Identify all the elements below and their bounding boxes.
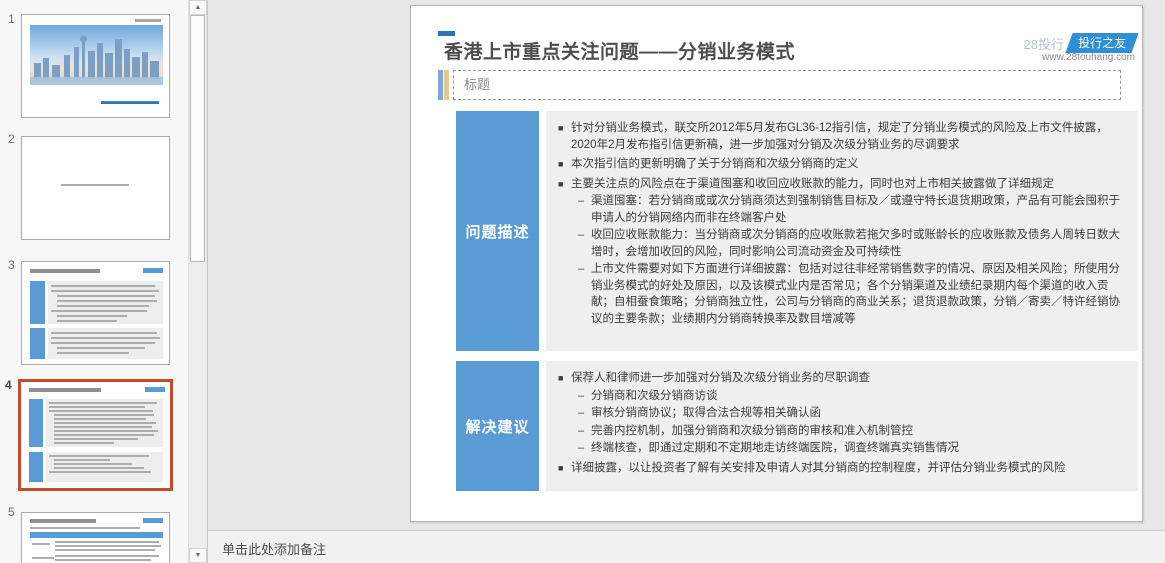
section-label[interactable]: 解决建议 [456,361,539,491]
dash-marker-icon: – [578,407,585,419]
section-solution-suggestions: 解决建议 ■ 保荐人和律师进一步加强对分销及次级分销业务的尽职调查 – 分销商和次级分… [456,361,1138,491]
slide-number-5: 5 [8,505,15,519]
slide-title[interactable]: 香港上市重点关注问题——分销业务模式 [444,37,795,64]
placeholder-accent-tan [444,70,449,100]
sub-bullet-item: – 完善内控机制，加强分销商和次级分销商的审核和准入机制管控 [578,423,1126,440]
placeholder-text: 标题 [464,77,491,92]
notes-pane[interactable]: 单击此处添加备注 [208,530,1165,563]
sub-bullet-item: – 收回应收账款能力：当分销商或次分销商的应收账款若拖欠多时或账龄长的应收账款及债… [578,227,1126,260]
title-placeholder[interactable]: 标题 [453,70,1121,100]
brand-badge: 投行之友 [1065,33,1139,53]
section-content[interactable]: ■ 针对分销业务模式，联交所2012年5月发布GL36-12指引信，规定了分销业务… [546,111,1138,351]
mini-logo-bar [135,19,161,22]
dash-marker-icon: – [578,195,585,207]
brand-url: www.28touhang.com [1042,52,1135,63]
slide-thumbnail-3[interactable] [21,261,170,365]
brand-name: 28投行 [1023,36,1064,52]
dash-marker-icon: – [578,442,585,454]
scroll-up-button[interactable]: ▲ [189,0,207,15]
bullet-item: ■ 主要关注点的风险点在于渠道囤塞和收回应收账款的能力，同时也对上市相关披露做了详… [558,176,1126,193]
dash-marker-icon: – [578,263,585,275]
section-label[interactable]: 问题描述 [456,111,539,351]
section-content[interactable]: ■ 保荐人和律师进一步加强对分销及次级分销业务的尽职调查 – 分销商和次级分销商访谈 –… [546,361,1138,491]
placeholder-accent-blue [438,70,443,100]
slide-thumbnail-4-selected[interactable] [18,379,173,491]
scroll-down-icon: ▼ [194,552,202,559]
scroll-up-icon: ▲ [194,4,202,11]
slide-thumbnail-1[interactable] [21,14,170,118]
sub-bullet-item: – 上市文件需要对如下方面进行详细披露：包括对过往非经常销售数字的情况、原因及相关… [578,261,1126,327]
slide-canvas: 香港上市重点关注问题——分销业务模式 28投行 投行之友 www.28touha… [208,0,1165,530]
bullet-item: ■ 详细披露，以让投资者了解有关安排及申请人对其分销商的控制程度，并评估分销业务模… [558,460,1126,477]
scrollbar-thumb[interactable] [190,15,205,262]
slide-thumbnail-5[interactable] [21,512,170,563]
presentation-editor: 1 2 3 4 5 ▲ ▼ 香港上市重点关注问题——分销业务模式 28投行 投行… [0,0,1165,563]
bullet-marker-icon: ■ [558,373,564,383]
slide-thumbnail-panel: 1 2 3 4 5 [0,0,188,563]
slide-number-2: 2 [8,132,15,146]
slide-number-1: 1 [8,12,15,26]
slide-thumbnail-2[interactable] [21,136,170,240]
dash-marker-icon: – [578,424,585,437]
bullet-item: ■ 针对分销业务模式，联交所2012年5月发布GL36-12指引信，规定了分销业务… [558,120,1126,153]
sub-bullet-item: – 分销商和次级分销商访谈 [578,388,1126,405]
dash-marker-icon: – [578,389,585,402]
bullet-marker-icon: ■ [558,462,564,473]
dash-marker-icon: – [578,229,585,241]
brand-logo: 28投行 投行之友 [1023,33,1139,53]
sub-bullet-item: – 渠道囤塞：若分销商或或次分销商须达到强制销售目标及／或遵守特长退货期政策，产品… [578,193,1126,226]
current-slide[interactable]: 香港上市重点关注问题——分销业务模式 28投行 投行之友 www.28touha… [410,5,1143,522]
notes-placeholder: 单击此处添加备注 [222,542,327,557]
mini-subtitle-line [101,101,159,104]
slide-number-4: 4 [5,378,12,392]
sub-bullet-item: – 审核分销商协议；取得合法合规等相关确认函 [578,405,1126,422]
bullet-marker-icon: ■ [558,178,564,189]
slide-number-3: 3 [8,258,15,272]
sub-bullet-item: – 终端核查，即通过定期和不定期地走访终端医院，调查终端真实销售情况 [578,440,1126,457]
section-problem-description: 问题描述 ■ 针对分销业务模式，联交所2012年5月发布GL36-12指引信，规定… [456,111,1138,351]
scroll-down-button[interactable]: ▼ [189,548,207,563]
bullet-item: ■ 保荐人和律师进一步加强对分销及次级分销业务的尽职调查 [558,370,1126,387]
bullet-item: ■ 本次指引信的更新明确了关于分销商和次级分销商的定义 [558,156,1126,173]
thumbnail-scrollbar[interactable]: ▲ ▼ [188,0,207,563]
city-skyline-image [30,25,163,85]
bullet-marker-icon: ■ [558,123,564,133]
title-accent-dash [438,31,455,36]
bullet-marker-icon: ■ [558,159,564,169]
